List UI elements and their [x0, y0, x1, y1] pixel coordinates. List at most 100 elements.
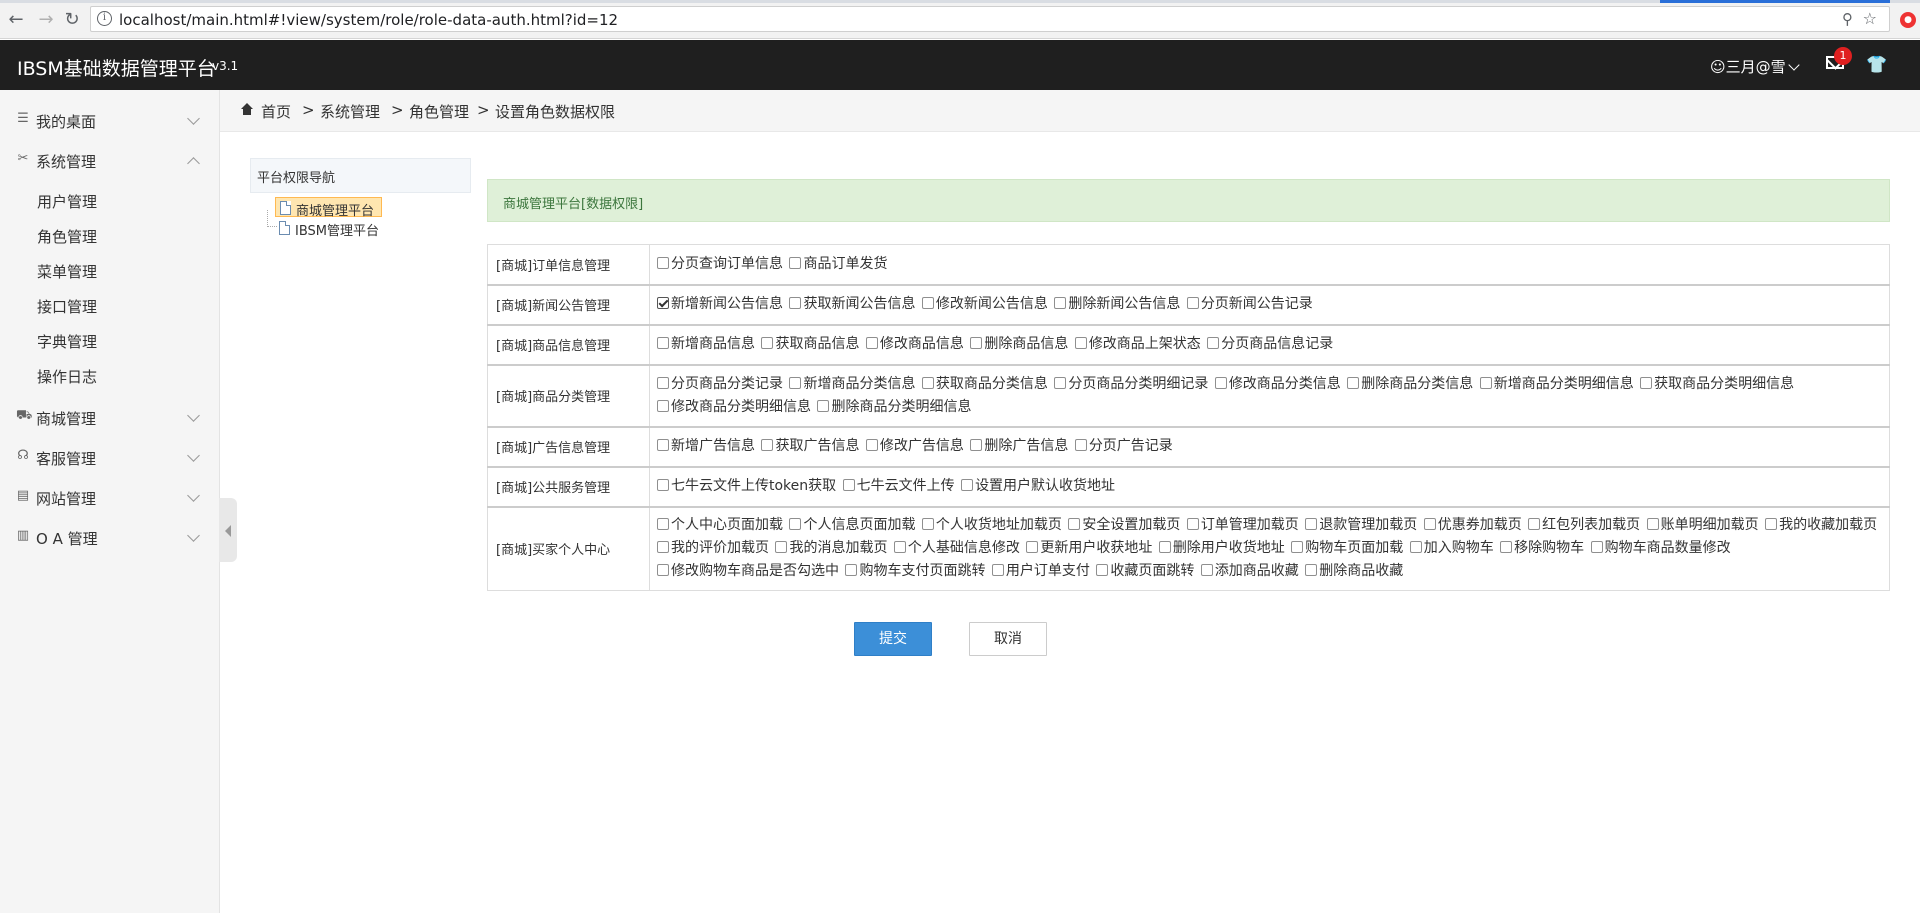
- permission-checkbox[interactable]: [961, 479, 974, 491]
- sidebar-subitem-apis[interactable]: 接口管理: [0, 288, 220, 322]
- permission-checkbox[interactable]: [657, 541, 669, 554]
- permission-option[interactable]: 设置用户默认收货地址: [961, 478, 1115, 494]
- permission-checkbox[interactable]: [1074, 439, 1087, 451]
- sidebar-subitem-users[interactable]: 用户管理: [0, 183, 220, 217]
- permission-option[interactable]: 删除商品收藏: [1305, 563, 1403, 579]
- permission-option[interactable]: 新增商品分类信息: [789, 376, 915, 392]
- permission-checkbox[interactable]: [1054, 297, 1067, 309]
- sidebar-item-service[interactable]: ☊ 客服管理: [0, 437, 220, 477]
- permission-checkbox[interactable]: [1305, 564, 1318, 577]
- permission-checkbox[interactable]: [761, 439, 774, 451]
- permission-checkbox[interactable]: [893, 541, 906, 554]
- permission-option[interactable]: 修改购物车商品是否勾选中: [657, 563, 839, 579]
- permission-checkbox[interactable]: [1200, 564, 1213, 577]
- sidebar-item-website[interactable]: ▤ 网站管理: [0, 477, 220, 517]
- permission-checkbox[interactable]: [1096, 564, 1109, 577]
- sidebar-subitem-logs[interactable]: 操作日志: [0, 358, 220, 392]
- address-bar[interactable]: i localhost/main.html#!view/system/role/…: [90, 6, 1890, 32]
- permission-option[interactable]: 收藏页面跳转: [1096, 563, 1194, 579]
- permission-option[interactable]: 删除新闻公告信息: [1054, 296, 1180, 312]
- breadcrumb-system[interactable]: 系统管理: [320, 101, 380, 122]
- permission-option[interactable]: 分页新闻公告记录: [1186, 296, 1313, 312]
- permission-checkbox[interactable]: [865, 439, 878, 451]
- permission-option[interactable]: 七牛云文件上传: [842, 478, 955, 494]
- permission-checkbox[interactable]: [657, 564, 669, 577]
- permission-checkbox[interactable]: [775, 541, 788, 554]
- permission-option[interactable]: 分页商品分类明细记录: [1054, 376, 1208, 392]
- submit-button[interactable]: 提交: [854, 622, 932, 656]
- permission-option[interactable]: 个人收货地址加载页: [921, 517, 1062, 533]
- user-menu[interactable]: ☺三月@雪: [1710, 56, 1800, 77]
- permission-checkbox[interactable]: [1528, 518, 1541, 531]
- permission-option[interactable]: 更新用户收获地址: [1026, 540, 1152, 556]
- permission-checkbox[interactable]: [657, 399, 669, 412]
- permission-checkbox[interactable]: [1068, 518, 1081, 531]
- permission-checkbox[interactable]: [991, 564, 1004, 577]
- permission-option[interactable]: 删除用户收货地址: [1158, 540, 1285, 556]
- permission-option[interactable]: 获取新闻公告信息: [789, 296, 915, 312]
- sidebar-collapse-handle[interactable]: [219, 498, 237, 562]
- permission-option[interactable]: 移除购物车: [1500, 540, 1584, 556]
- permission-option[interactable]: 新增广告信息: [657, 438, 755, 454]
- permission-option[interactable]: 七牛云文件上传token获取: [657, 478, 836, 494]
- permission-checkbox[interactable]: [657, 337, 669, 349]
- permission-option[interactable]: 修改广告信息: [865, 438, 964, 454]
- permission-option[interactable]: 退款管理加载页: [1305, 517, 1417, 533]
- permission-option[interactable]: 新增商品分类明细信息: [1479, 376, 1634, 392]
- tree-node-ibsm-platform[interactable]: IBSM管理平台: [275, 218, 395, 239]
- permission-checkbox[interactable]: [1186, 297, 1199, 309]
- shirt-icon[interactable]: 👕: [1866, 55, 1887, 75]
- permission-checkbox[interactable]: [1500, 541, 1513, 554]
- permission-checkbox[interactable]: [1074, 337, 1087, 349]
- permission-option[interactable]: 优惠券加载页: [1423, 517, 1522, 533]
- sidebar-subitem-roles[interactable]: 角色管理: [0, 218, 220, 252]
- permission-option[interactable]: 获取广告信息: [761, 438, 859, 454]
- permission-checkbox[interactable]: [1214, 376, 1227, 389]
- permission-option[interactable]: 加入购物车: [1409, 540, 1494, 556]
- permission-option[interactable]: 我的评价加载页: [657, 540, 769, 556]
- permission-checkbox[interactable]: [921, 376, 934, 389]
- url-text[interactable]: localhost/main.html#!view/system/role/ro…: [119, 11, 618, 29]
- permission-checkbox[interactable]: [657, 297, 669, 309]
- permission-checkbox[interactable]: [1646, 518, 1659, 531]
- permission-checkbox[interactable]: [1423, 518, 1436, 531]
- sidebar-item-mall[interactable]: ⛟ 商城管理: [0, 397, 220, 437]
- permission-checkbox[interactable]: [921, 297, 934, 309]
- permission-option[interactable]: 购物车支付页面跳转: [845, 563, 985, 579]
- permission-option[interactable]: 修改商品分类明细信息: [657, 399, 811, 415]
- permission-option[interactable]: 修改商品上架状态: [1074, 336, 1201, 352]
- permission-option[interactable]: 获取商品分类信息: [921, 376, 1048, 392]
- permission-option[interactable]: 获取商品信息: [761, 336, 859, 352]
- permission-option[interactable]: 新增新闻公告信息: [657, 296, 783, 312]
- permission-option[interactable]: 我的消息加载页: [775, 540, 887, 556]
- permission-option[interactable]: 删除广告信息: [970, 438, 1068, 454]
- permission-option[interactable]: 用户订单支付: [991, 563, 1090, 579]
- permission-option[interactable]: 删除商品信息: [970, 336, 1068, 352]
- permission-checkbox[interactable]: [921, 518, 934, 531]
- permission-option[interactable]: 修改新闻公告信息: [921, 296, 1048, 312]
- permission-checkbox[interactable]: [789, 518, 802, 531]
- cancel-button[interactable]: 取消: [969, 622, 1047, 656]
- permission-option[interactable]: 分页广告记录: [1074, 438, 1173, 454]
- permission-option[interactable]: 个人中心页面加载: [657, 517, 783, 533]
- permission-checkbox[interactable]: [1479, 376, 1492, 389]
- permission-checkbox[interactable]: [1186, 518, 1199, 531]
- breadcrumb-roles[interactable]: 角色管理: [409, 101, 469, 122]
- info-icon[interactable]: i: [97, 11, 112, 26]
- permission-option[interactable]: 分页查询订单信息: [657, 256, 783, 272]
- permission-checkbox[interactable]: [657, 256, 669, 269]
- forward-arrow-icon[interactable]: →: [36, 10, 56, 30]
- permission-checkbox[interactable]: [1054, 376, 1067, 389]
- permission-checkbox[interactable]: [817, 399, 830, 412]
- permission-option[interactable]: 个人基础信息修改: [893, 540, 1020, 556]
- sidebar-subitem-menus[interactable]: 菜单管理: [0, 253, 220, 287]
- permission-checkbox[interactable]: [657, 376, 669, 389]
- permission-checkbox[interactable]: [1026, 541, 1039, 554]
- reload-icon[interactable]: ↻: [62, 10, 82, 30]
- sidebar-subitem-dict[interactable]: 字典管理: [0, 323, 220, 357]
- permission-checkbox[interactable]: [789, 376, 802, 389]
- permission-option[interactable]: 添加商品收藏: [1200, 563, 1299, 579]
- permission-option[interactable]: 分页商品分类记录: [657, 376, 783, 392]
- permission-option[interactable]: 账单明细加载页: [1646, 517, 1759, 533]
- permission-checkbox[interactable]: [865, 337, 878, 349]
